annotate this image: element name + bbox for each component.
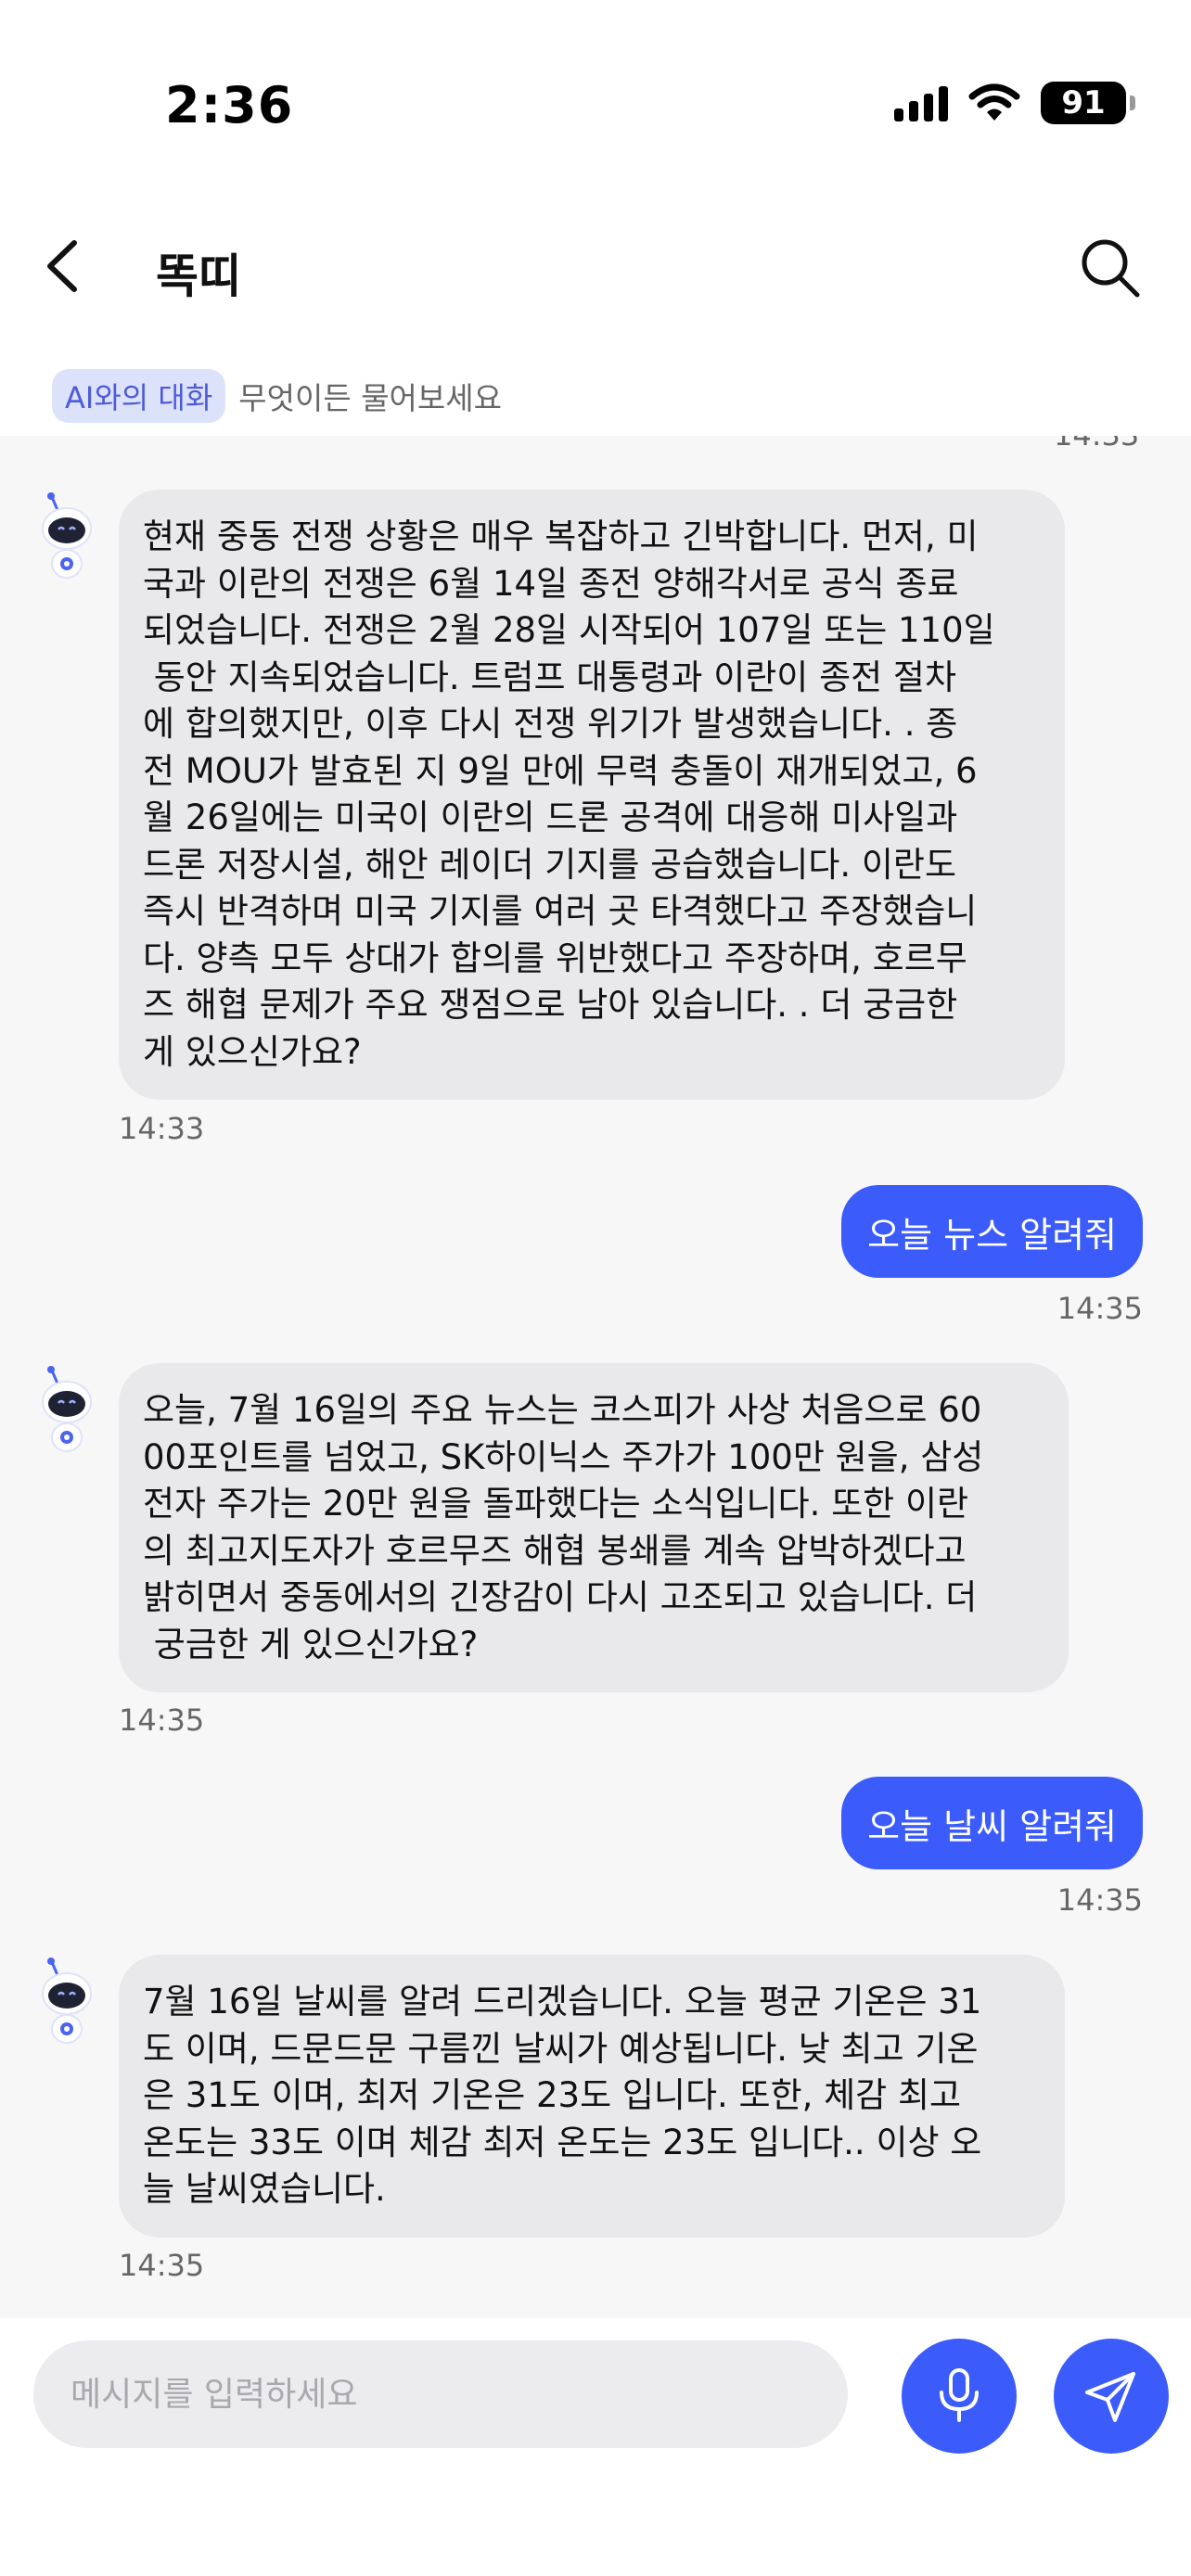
message-line: 오늘, 7월 16일의 주요 뉴스는 코스피가 사상 처음으로 60 [143,1390,982,1430]
bot-avatar [33,1365,108,1458]
message-input[interactable] [33,2340,848,2448]
status-bar: 2:36 91 [0,0,1191,185]
bot-message-bubble: 현재 중동 전쟁 상황은 매우 복잡하고 긴박합니다. 먼저, 미 국과 이란의… [119,490,1065,1100]
message-line: 궁금한 게 있으신가요? [143,1624,479,1664]
message-line: 드론 저장시설, 해안 레이더 기지를 공습했습니다. 이란도 [143,844,957,885]
cellular-signal-icon [894,84,948,121]
robot-icon [42,1366,92,1452]
message-timestamp: 14:35 [119,2248,205,2283]
message-timestamp: 14:35 [1057,1882,1143,1918]
page-title: 똑띠 [156,249,241,303]
message-line: 전자 주가는 20만 원을 돌파했다는 소식입니다. 또한 이란 [143,1484,969,1524]
message-line: 늘 날씨였습니다. [143,2169,386,2209]
bot-avatar [33,491,108,584]
search-icon [1082,239,1140,298]
wifi-icon [968,83,1020,121]
chat-info-text: 무엇이든 물어보세요 [238,380,502,416]
chat-area[interactable]: 14:33 현재 중동 전쟁 상황은 매우 복잡하고 긴박합니다. 먼저, 미 … [0,436,1191,2318]
message-line: 온도는 33도 이며 체감 최저 온도는 23도 입니다.. 이상 오 [143,2122,982,2162]
microphone-icon [940,2368,979,2422]
message-line: 되었습니다. 전쟁은 2월 28일 시작되어 107일 또는 110일 [143,610,995,650]
status-icons: 91 [894,82,1135,124]
message-line: 동안 지속되었습니다. 트럼프 대통령과 이란이 종전 절차 [143,657,957,697]
robot-icon [42,492,92,579]
message-timestamp: 14:35 [119,1702,205,1738]
message-timestamp: 14:33 [119,1111,205,1146]
message-line: 7월 16일 날씨를 알려 드리겠습니다. 오늘 평균 기온은 31 [143,1982,982,2021]
message-timestamp: 14:33 [1054,436,1139,453]
message-line: 의 최고지도자가 호르무즈 해협 봉쇄를 계속 압박하겠다고 [143,1530,967,1571]
send-icon [1085,2372,1135,2422]
bot-avatar [33,1957,108,2049]
battery-indicator: 91 [1041,82,1126,124]
message-line: 게 있으신가요? [143,1031,362,1072]
chevron-left-icon [47,240,77,292]
bot-message-bubble: 오늘, 7월 16일의 주요 뉴스는 코스피가 사상 처음으로 60 00포인트… [119,1363,1069,1692]
ai-chat-badge: AI와의 대화 [52,369,226,423]
message-line: 에 합의했지만, 이후 다시 전쟁 위기가 발생했습니다. . 종 [143,704,958,744]
chat-info-bar: AI와의 대화 무엇이든 물어보세요 [52,369,502,423]
message-line: 은 31도 이며, 최저 기온은 23도 입니다. 또한, 체감 최고 [143,2075,962,2115]
message-line: 현재 중동 전쟁 상황은 매우 복잡하고 긴박합니다. 먼저, 미 [143,516,979,556]
message-line: 국과 이란의 전쟁은 6월 14일 종전 양해각서로 공식 종료 [143,563,959,604]
message-line: 00포인트를 넘었고, SK하이닉스 주가가 100만 원을, 삼성 [143,1436,984,1477]
back-button[interactable] [33,234,98,299]
message-timestamp: 14:35 [1057,1291,1143,1326]
message-line: 도 이며, 드문드문 구름낀 날씨가 예상됩니다. 낮 최고 기온 [143,2028,979,2069]
search-button[interactable] [1076,234,1145,302]
header: 똑띠 [0,213,1191,325]
message-line: 밝히면서 중동에서의 긴장감이 다시 고조되고 있습니다. 더 [143,1577,978,1617]
message-line: 다. 양측 모두 상대가 합의를 위반했다고 주장하며, 호르무 [143,937,967,978]
voice-input-button[interactable] [902,2339,1017,2454]
status-time: 2:36 [165,76,294,134]
message-line: 즈 해협 문제가 주요 쟁점으로 남아 있습니다. . 더 궁금한 [143,985,958,1025]
message-line: 전 MOU가 발효된 지 9일 만에 무력 충돌이 재개되었고, 6 [143,750,978,791]
user-message-bubble: 오늘 날씨 알려줘 [841,1777,1143,1869]
bot-message-bubble: 7월 16일 날씨를 알려 드리겠습니다. 오늘 평균 기온은 31 도 이며,… [119,1955,1065,2238]
user-message-bubble: 오늘 뉴스 알려줘 [841,1185,1143,1278]
battery-tip [1130,96,1135,110]
send-button[interactable] [1054,2339,1169,2454]
message-line: 즉시 반격하며 미국 기지를 여러 곳 타격했다고 주장했습니 [143,891,978,931]
message-input-bar [0,2318,1191,2576]
robot-icon [42,1958,92,2044]
message-line: 월 26일에는 미국이 이란의 드론 공격에 대응해 미사일과 [143,797,958,837]
